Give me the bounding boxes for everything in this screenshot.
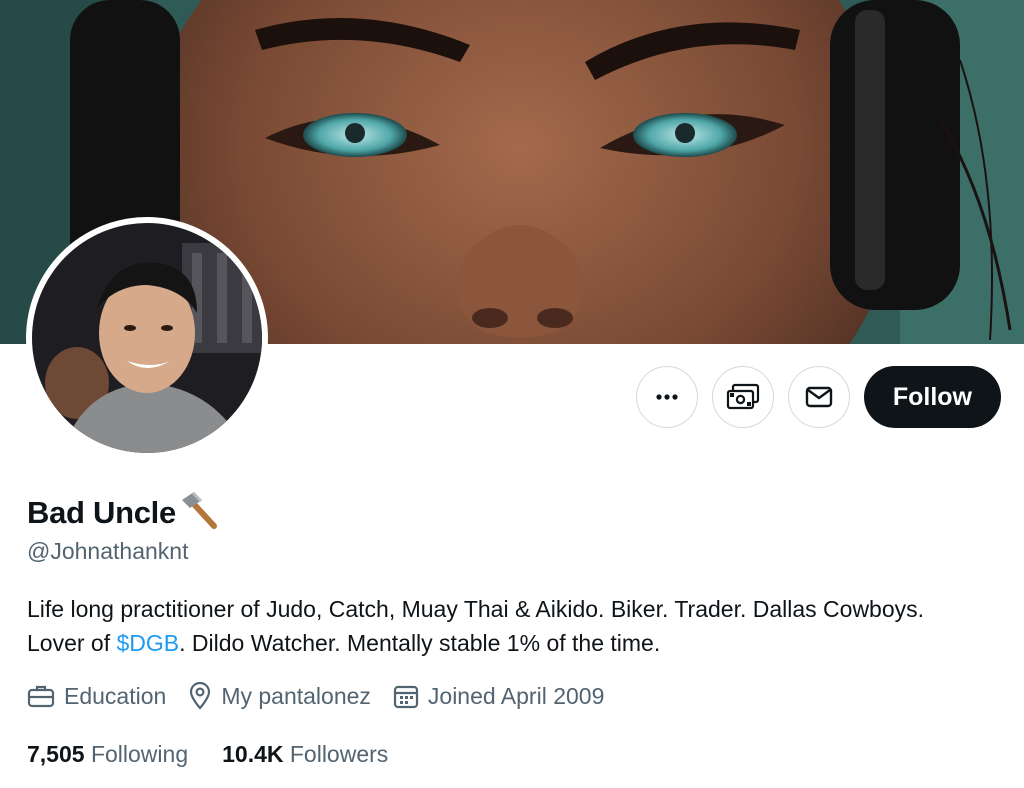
user-handle: @Johnathanknt (27, 538, 189, 564)
bio-cashtag-link[interactable]: $DGB (117, 630, 180, 656)
joined-item: Joined April 2009 (393, 683, 604, 710)
more-icon (656, 394, 678, 400)
briefcase-icon (27, 685, 55, 708)
followers-label: Followers (289, 741, 389, 767)
more-button[interactable] (635, 366, 698, 428)
followers-link[interactable]: 10.4K Followers (222, 741, 388, 768)
category-item: Education (27, 683, 166, 710)
profile-stats: 7,505 Following 10.4K Followers (27, 741, 422, 768)
location-item: My pantalonez (188, 682, 371, 710)
follow-button[interactable]: Follow (863, 366, 1001, 428)
followers-count: 10.4K (222, 741, 284, 767)
profile-actions: Follow (635, 366, 1001, 428)
bio-text-end: . Dildo Watcher. Mentally stable 1% of t… (179, 630, 661, 656)
location-label: My pantalonez (221, 682, 371, 709)
profile-bio: Life long practitioner of Judo, Catch, M… (27, 592, 987, 660)
subscribe-button[interactable] (711, 366, 774, 428)
profile-meta: Education My pantalonez Joined April 200… (27, 682, 626, 710)
following-count: 7,505 (27, 741, 85, 767)
avatar[interactable] (26, 217, 268, 459)
joined-label: Joined April 2009 (427, 682, 605, 709)
mail-icon (805, 386, 833, 408)
display-name: Bad Uncle (27, 494, 176, 530)
category-label: Education (64, 682, 167, 709)
following-label: Following (90, 741, 189, 767)
money-icon (726, 383, 759, 410)
following-link[interactable]: 7,505 Following (27, 741, 188, 768)
message-button[interactable] (787, 366, 850, 428)
avatar-image (32, 223, 262, 453)
calendar-icon (393, 685, 419, 709)
location-pin-icon (190, 682, 211, 710)
hammer-emoji (178, 490, 222, 535)
display-name-row: Bad Uncle (27, 490, 222, 535)
